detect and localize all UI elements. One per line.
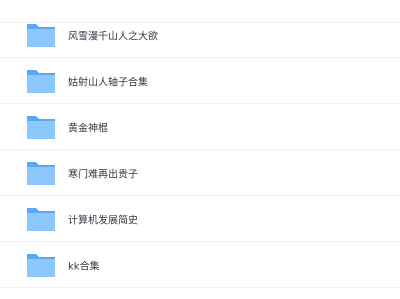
folder-icon [27, 116, 55, 139]
list-item[interactable]: 风雪漫千山人之大欲 [0, 12, 400, 58]
file-name: 计算机发展简史 [68, 215, 138, 226]
folder-icon [27, 24, 55, 47]
file-name: 寒门难再出贵子 [68, 169, 138, 180]
folder-icon [27, 254, 55, 277]
list-item[interactable]: 寒门难再出贵子 [0, 150, 400, 196]
folder-icon [27, 70, 55, 93]
file-list: 风雪漫千山人之大欲 姑射山人轴子合集 黄金神棍 寒门难再出贵子 计算机发展简史 [0, 0, 400, 299]
list-item[interactable]: 黄金神棍 [0, 104, 400, 150]
folder-icon [27, 162, 55, 185]
file-name: 黄金神棍 [68, 123, 108, 134]
list-item[interactable]: 计算机发展简史 [0, 196, 400, 242]
list-item[interactable]: kk合集 [0, 242, 400, 288]
list-item[interactable]: 姑射山人轴子合集 [0, 58, 400, 104]
file-name: 风雪漫千山人之大欲 [68, 31, 158, 42]
file-name: 姑射山人轴子合集 [68, 77, 148, 88]
folder-icon [27, 208, 55, 231]
file-name: kk合集 [68, 261, 100, 272]
